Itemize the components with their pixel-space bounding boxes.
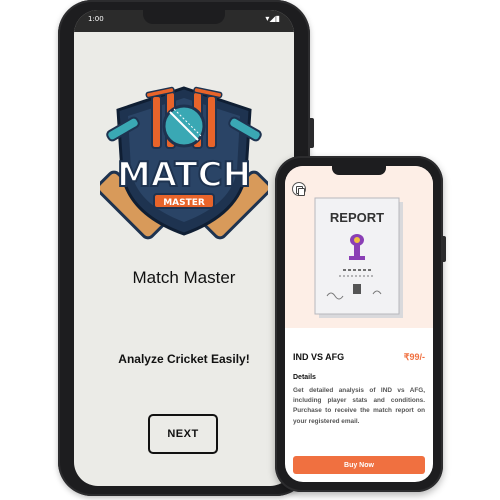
- onboarding-phone: 1:00 ▾◢▮ MATCH MASTER Match Master Analy…: [58, 0, 314, 496]
- report-screen: REPORT IND VS AFG ₹99/- Details Get deta…: [285, 166, 433, 482]
- logo-subwordmark: MASTER: [163, 198, 205, 208]
- tagline: Analyze Cricket Easily!: [118, 352, 250, 366]
- report-phone: REPORT IND VS AFG ₹99/- Details Get deta…: [275, 156, 446, 492]
- match-name: IND VS AFG: [293, 352, 345, 362]
- match-header: IND VS AFG ₹99/-: [293, 352, 425, 366]
- status-time: 1:00: [88, 15, 104, 23]
- details-description: Get detailed analysis of IND vs AFG, inc…: [293, 387, 425, 425]
- status-bar: 1:00 ▾◢▮: [74, 10, 294, 32]
- report-image-area: REPORT: [285, 166, 433, 328]
- cricket-ball-icon: [162, 104, 206, 148]
- app-title: Match Master: [132, 268, 236, 287]
- onboarding-screen: 1:00 ▾◢▮ MATCH MASTER Match Master Analy…: [74, 10, 294, 486]
- phone-notch: [332, 166, 386, 175]
- buy-now-button[interactable]: Buy Now: [293, 456, 425, 474]
- phone-power-button: [443, 236, 446, 262]
- match-master-logo: MATCH MASTER: [100, 86, 268, 240]
- match-price: ₹99/-: [403, 352, 425, 362]
- report-document-image: REPORT: [314, 197, 403, 318]
- report-doc-title: REPORT: [330, 210, 384, 225]
- details-label: Details: [293, 374, 316, 381]
- phone-notch: [143, 10, 225, 24]
- status-icons: ▾◢▮: [265, 14, 280, 23]
- phone-volume-button: [310, 118, 314, 148]
- logo-wordmark: MATCH: [117, 155, 251, 195]
- copy-icon[interactable]: [292, 182, 306, 196]
- next-button[interactable]: NEXT: [148, 414, 218, 454]
